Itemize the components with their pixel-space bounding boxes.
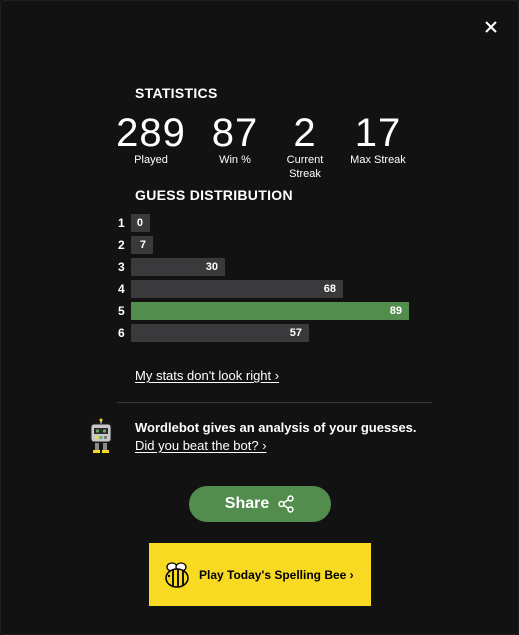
stat-value: 2 [293, 111, 317, 155]
distribution-row: 5 89 [118, 302, 409, 320]
bee-icon [161, 559, 193, 591]
stat-label: Current Streak [286, 154, 324, 180]
spelling-bee-button[interactable]: Play Today's Spelling Bee › [149, 543, 371, 606]
share-icon [277, 495, 295, 513]
guess-number: 2 [118, 238, 125, 252]
guess-number: 1 [118, 216, 125, 230]
guess-number: 6 [118, 326, 125, 340]
stat-played: 289 Played [111, 113, 191, 167]
distribution-bar: 0 [131, 214, 150, 232]
distribution-row: 27 [118, 236, 153, 254]
distribution-row: 6 57 [118, 324, 309, 342]
share-label: Share [224, 495, 270, 512]
close-icon[interactable] [480, 16, 502, 38]
stat-value: 87 [211, 111, 259, 155]
statistics-modal: STATISTICS 289 Played 87 Win % 2 Current… [0, 0, 519, 635]
distribution-bar: 89 [131, 302, 409, 320]
stat-value: 289 [116, 111, 186, 155]
guess-number: 5 [118, 304, 125, 318]
distribution-bar: 68 [131, 280, 343, 298]
guess-number: 3 [118, 260, 125, 274]
stat-label: Played [134, 154, 168, 166]
distribution-row: 10 [118, 214, 150, 232]
distribution-row: 3 30 [118, 258, 225, 276]
distribution-bar: 30 [131, 258, 225, 276]
beat-bot-link[interactable]: Did you beat the bot? › [135, 438, 267, 453]
stat-current-streak: 2 Current Streak [265, 113, 345, 181]
wordlebot-icon [87, 418, 115, 454]
distribution-row: 4 68 [118, 280, 343, 298]
wordlebot-description: Wordlebot gives an analysis of your gues… [135, 420, 417, 435]
stat-max-streak: 17 Max Streak [338, 113, 418, 167]
stat-label: Win % [219, 154, 251, 166]
distribution-bar: 57 [131, 324, 309, 342]
statistics-heading: STATISTICS [135, 85, 218, 101]
guess-number: 4 [118, 282, 125, 296]
share-button[interactable]: Share [189, 486, 331, 522]
stats-wrong-link[interactable]: My stats don't look right › [135, 368, 279, 383]
spelling-bee-label: Play Today's Spelling Bee › [199, 567, 354, 582]
stat-value: 17 [354, 111, 402, 155]
stat-win-percent: 87 Win % [195, 113, 275, 167]
distribution-bar: 7 [131, 236, 153, 254]
stat-label: Max Streak [350, 154, 406, 166]
guess-distribution-heading: GUESS DISTRIBUTION [135, 187, 293, 203]
divider [117, 402, 432, 403]
